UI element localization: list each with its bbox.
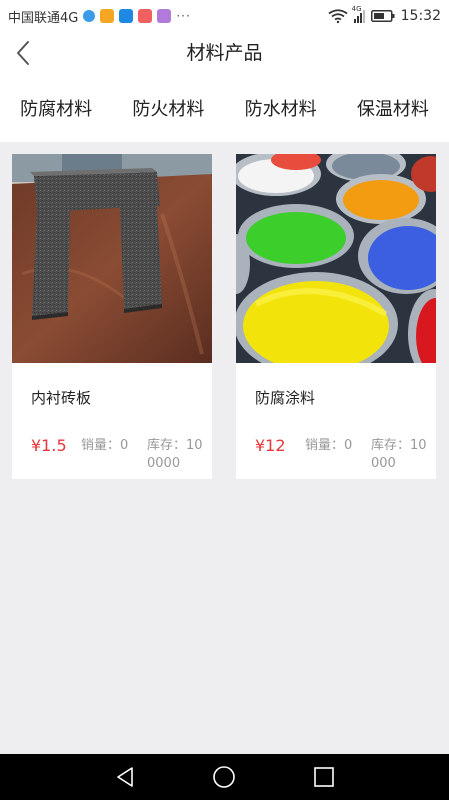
product-stock: 库存：10000 <box>371 438 427 471</box>
product-meta: ¥1.5 销量：0 库存：100000 <box>12 437 212 473</box>
product-sales: 销量：0 <box>81 438 129 453</box>
category-tabs: 防腐材料 防火材料 防水材料 保温材料 <box>0 74 449 142</box>
triangle-back-icon <box>117 767 133 787</box>
chevron-left-icon <box>17 41 29 65</box>
network-type-label: 4G <box>351 5 362 13</box>
product-sales: 销量：0 <box>305 438 353 453</box>
tab-fireproof[interactable]: 防火材料 <box>112 95 224 121</box>
product-price: ¥12 <box>255 436 286 455</box>
square-recents-icon <box>314 767 334 787</box>
system-back-button[interactable] <box>110 762 140 792</box>
app-notification-icon <box>138 9 153 23</box>
system-nav-bar <box>0 754 449 800</box>
status-left: 中国联通4G ··· <box>8 7 191 26</box>
battery-icon <box>370 10 395 22</box>
product-meta: ¥12 销量：0 库存：10000 <box>236 437 436 473</box>
back-button[interactable] <box>8 36 38 70</box>
clock: 15:32 <box>400 8 441 24</box>
nav-bar: 材料产品 <box>0 32 449 74</box>
system-recents-button[interactable] <box>309 762 339 792</box>
app-notification-icon <box>157 9 172 23</box>
product-price: ¥1.5 <box>31 436 67 455</box>
product-card[interactable]: 防腐涂料 ¥12 销量：0 库存：10000 <box>236 154 436 479</box>
product-image-paint-cans <box>236 154 436 363</box>
status-right: 4G 15:32 <box>328 5 441 24</box>
product-grid: 内衬砖板 ¥1.5 销量：0 库存：100000 防腐涂料 ¥12 销量：0 库… <box>12 154 437 479</box>
circle-home-icon <box>213 766 236 788</box>
app-notification-icon <box>119 9 134 23</box>
product-name: 防腐涂料 <box>255 389 316 407</box>
tab-waterproof[interactable]: 防水材料 <box>225 95 337 121</box>
product-image-foam-brick <box>12 154 212 363</box>
product-name: 内衬砖板 <box>31 389 92 407</box>
page-title: 材料产品 <box>186 42 263 64</box>
app-notification-icon <box>83 10 96 22</box>
wifi-icon <box>328 9 348 23</box>
system-home-button[interactable] <box>209 762 239 792</box>
app-notification-icon <box>100 9 115 23</box>
tab-anticorrosion[interactable]: 防腐材料 <box>0 95 112 121</box>
carrier-label: 中国联通4G <box>8 10 79 26</box>
tab-insulation[interactable]: 保温材料 <box>337 95 449 121</box>
signal-icon: 4G <box>352 5 365 23</box>
status-bar: 中国联通4G ··· 4G 15:32 <box>0 0 449 32</box>
product-card[interactable]: 内衬砖板 ¥1.5 销量：0 库存：100000 <box>12 154 212 479</box>
product-stock: 库存：100000 <box>147 438 203 471</box>
more-notifications-icon: ··· <box>176 9 191 23</box>
